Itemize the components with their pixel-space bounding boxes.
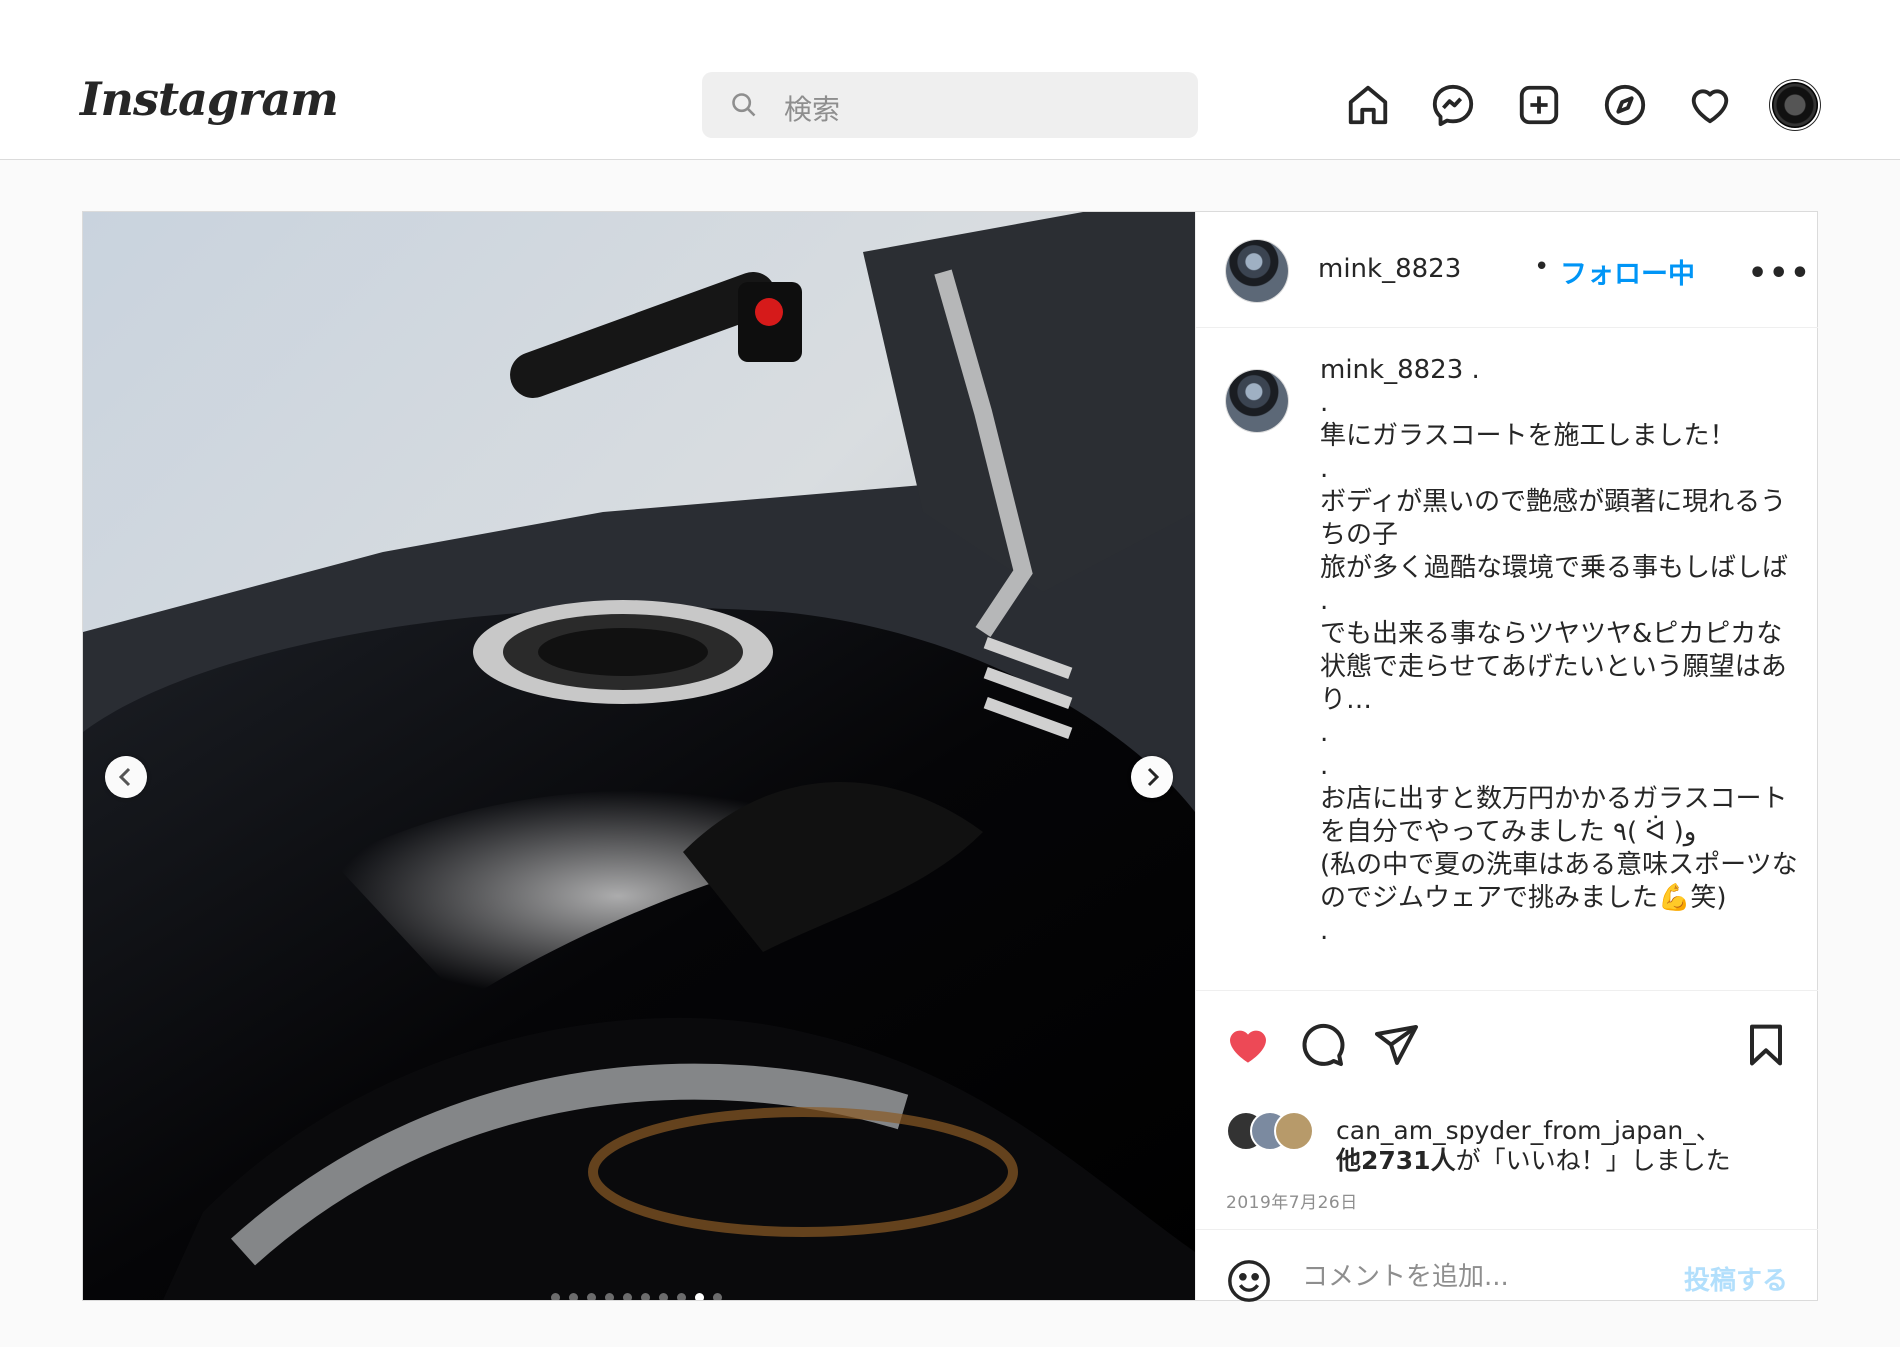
post-photo[interactable] [83,212,1195,1300]
share-icon[interactable] [1372,1021,1420,1069]
carousel-dot [551,1293,560,1300]
carousel-prev-button[interactable] [105,756,147,798]
emoji-icon[interactable] [1226,1258,1272,1304]
more-options-icon[interactable]: ••• [1748,256,1812,291]
liker-avatar [1274,1111,1314,1151]
activity-heart-icon[interactable] [1687,82,1733,128]
liker-avatars[interactable] [1226,1111,1314,1151]
likes-suffix: が「いいね！」しました [1455,1146,1731,1175]
top-navigation-bar: Instagram 検索 [0,0,1900,160]
carousel-dot [641,1293,650,1300]
new-post-icon[interactable] [1516,82,1562,128]
carousel-dot [587,1293,596,1300]
explore-icon[interactable] [1602,82,1648,128]
caption-area: mink_8823 . . 隼にガラスコートを施工しました！ . ボディが黒いの… [1196,328,1818,990]
like-heart-icon[interactable] [1224,1021,1272,1069]
post-date[interactable]: 2019年7月26日 [1226,1188,1358,1213]
caption-author-avatar[interactable] [1226,370,1288,432]
post-actions: can_am_spyder_from_japan_、 他2731人が「いいね！」… [1196,990,1818,1304]
carousel-dot [569,1293,578,1300]
home-icon[interactable] [1345,82,1391,128]
search-input[interactable]: 検索 [784,88,840,128]
carousel-indicator [551,1287,731,1300]
author-username[interactable]: mink_8823 [1318,254,1461,284]
author-avatar[interactable] [1226,240,1288,302]
messenger-icon[interactable] [1430,82,1476,128]
post-sidebar: mink_8823 • フォロー中 ••• mink_8823 . . 隼にガラ… [1195,212,1818,1304]
likes-count[interactable]: 他2731人 [1336,1146,1456,1175]
caption-text: mink_8823 . . 隼にガラスコートを施工しました！ . ボディが黒いの… [1320,354,1800,948]
comment-input[interactable] [1300,1256,1664,1298]
carousel-dot [659,1293,668,1300]
instagram-logo[interactable]: Instagram [80,72,339,126]
save-bookmark-icon[interactable] [1742,1021,1790,1069]
caption-username[interactable]: mink_8823 [1320,355,1463,385]
separator-dot: • [1534,252,1550,282]
motorcycle-tank-image [83,212,1195,1300]
likes-summary: 他2731人が「いいね！」しました [1336,1141,1731,1177]
post-comment-button[interactable]: 投稿する [1684,1260,1788,1297]
post-header: mink_8823 • フォロー中 ••• [1196,212,1818,328]
following-button[interactable]: フォロー中 [1560,252,1695,291]
carousel-dot [605,1293,614,1300]
comment-bar: 投稿する [1196,1229,1818,1304]
carousel-dot [677,1293,686,1300]
carousel-dot [623,1293,632,1300]
caption-body: . . 隼にガラスコートを施工しました！ . ボディが黒いので艶感が顕著に現れる… [1320,355,1798,946]
carousel-dot [713,1293,722,1300]
search-icon [732,93,756,117]
comment-icon[interactable] [1298,1021,1346,1069]
profile-avatar[interactable] [1772,82,1818,128]
carousel-next-button[interactable] [1131,756,1173,798]
post-card: mink_8823 • フォロー中 ••• mink_8823 . . 隼にガラ… [82,211,1818,1304]
search-box[interactable]: 検索 [702,72,1198,138]
carousel-dot-active [695,1293,704,1300]
